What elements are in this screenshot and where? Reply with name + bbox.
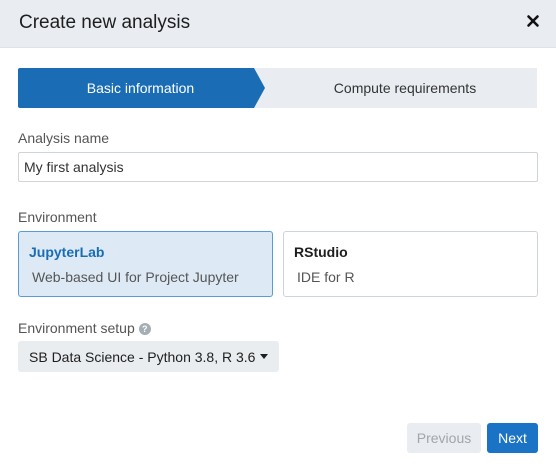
- next-button[interactable]: Next: [487, 423, 538, 453]
- modal-title: Create new analysis: [19, 12, 191, 33]
- previous-button[interactable]: Previous: [407, 423, 481, 453]
- environment-option-rstudio[interactable]: RStudio IDE for R: [283, 231, 538, 297]
- environment-option-description: Web-based UI for Project Jupyter: [32, 269, 239, 285]
- environment-setup-label-row: Environment setup?: [18, 319, 151, 337]
- help-icon[interactable]: ?: [138, 323, 151, 335]
- caret-down-icon: [260, 354, 268, 359]
- step-indicator: Basic information Compute requirements: [18, 68, 537, 108]
- environment-setup-dropdown[interactable]: SB Data Science - Python 3.8, R 3.6: [18, 341, 279, 372]
- environment-option-description: IDE for R: [297, 269, 355, 285]
- environment-setup-label: Environment setup: [18, 320, 135, 336]
- environment-label: Environment: [18, 209, 97, 225]
- analysis-name-input[interactable]: [18, 152, 538, 182]
- environment-setup-value: SB Data Science - Python 3.8, R 3.6: [29, 349, 256, 365]
- analysis-name-label: Analysis name: [18, 130, 110, 146]
- environment-option-title: RStudio: [294, 244, 348, 260]
- step-basic-information[interactable]: Basic information: [18, 68, 263, 108]
- environment-option-jupyterlab[interactable]: JupyterLab Web-based UI for Project Jupy…: [18, 231, 273, 297]
- environment-option-title: JupyterLab: [29, 244, 105, 260]
- modal-header: Create new analysis: [0, 0, 556, 48]
- create-analysis-modal: Create new analysis Basic information Co…: [0, 0, 556, 476]
- close-icon[interactable]: [526, 14, 540, 28]
- step-compute-requirements[interactable]: Compute requirements: [273, 68, 537, 108]
